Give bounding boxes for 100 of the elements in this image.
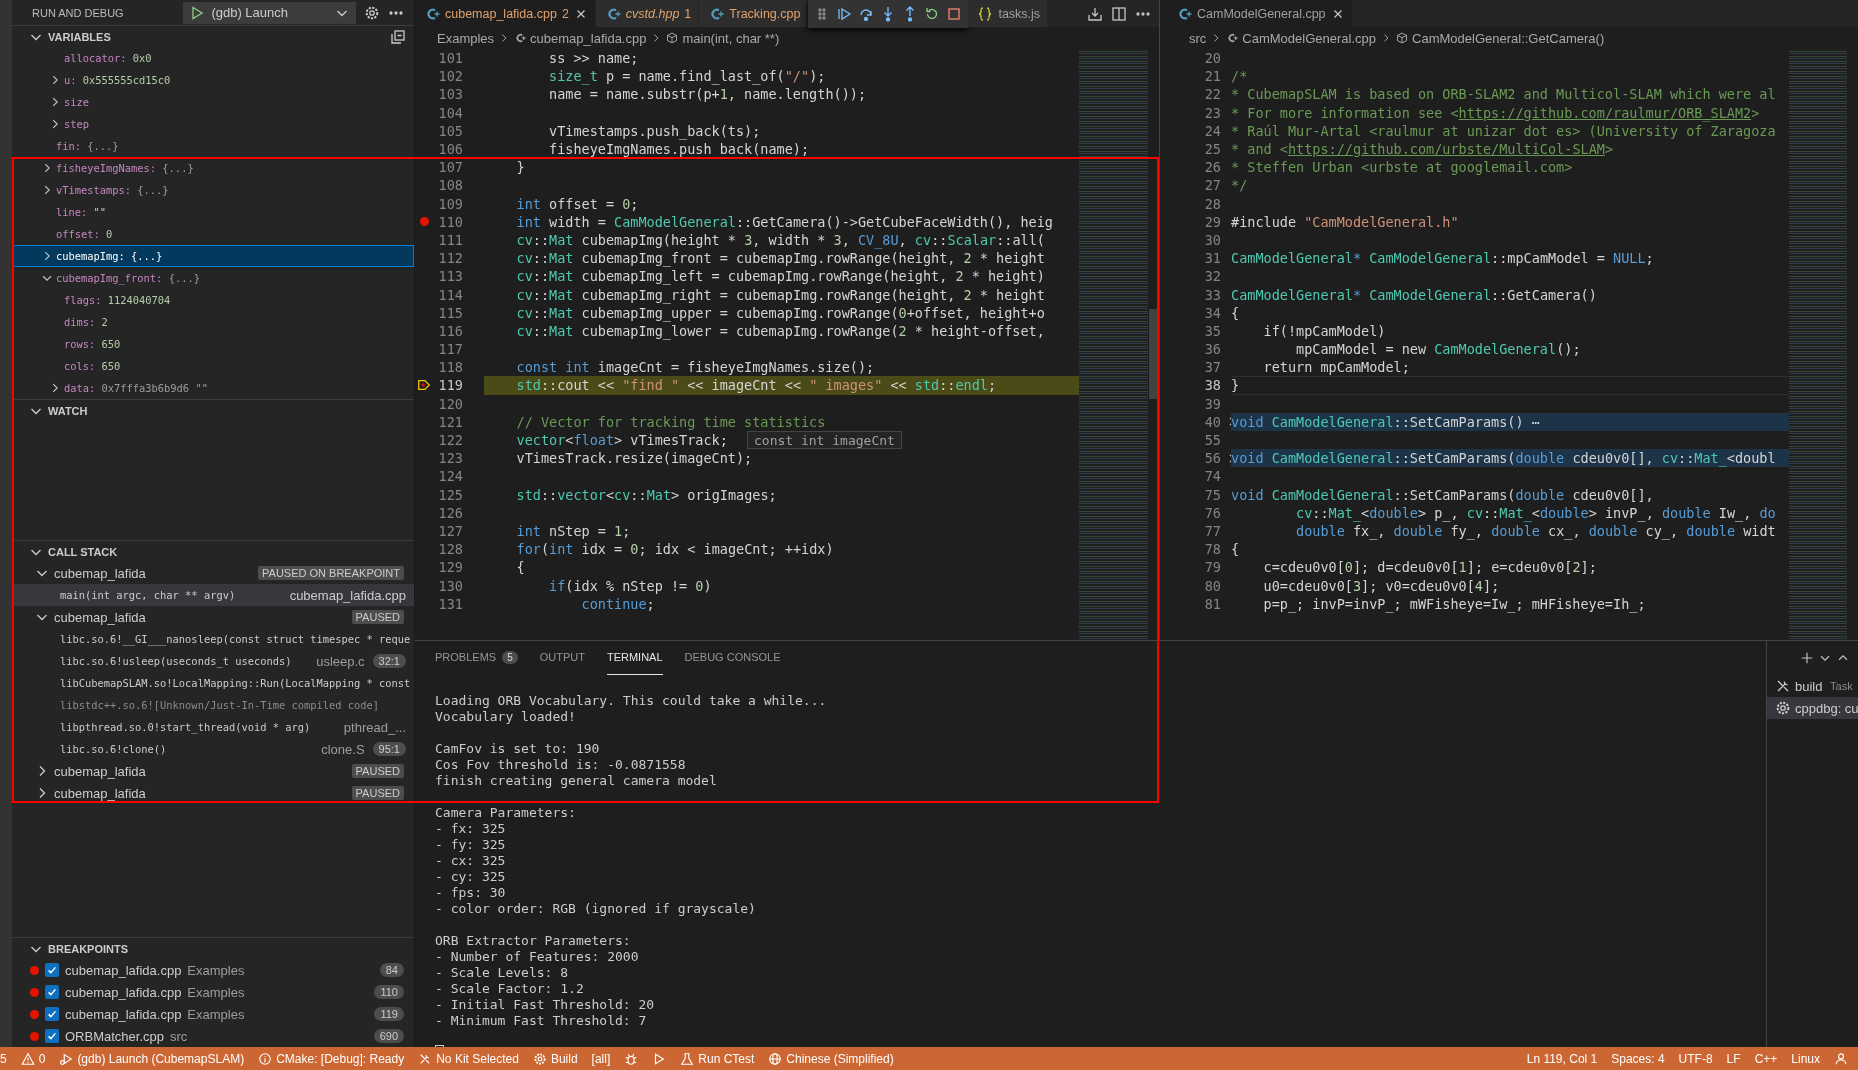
breakpoint-file[interactable]: cubemap_lafida.cpp: [65, 1006, 182, 1022]
thread-row[interactable]: cubemap_lafida PAUSED: [12, 782, 414, 804]
status-item[interactable]: Chinese (Simplified): [768, 1051, 894, 1066]
breadcrumb[interactable]: CamModelGeneral::GetCamera(): [1412, 30, 1605, 46]
code-line: if(idx % nStep != 0): [548, 577, 712, 594]
variable-row[interactable]: offset: 0: [12, 223, 414, 245]
step-over-icon[interactable]: [858, 6, 875, 22]
file-icon: [1176, 5, 1192, 22]
breakpoint-file[interactable]: cubemap_lafida.cpp: [65, 984, 182, 1000]
plus-icon[interactable]: [1800, 650, 1814, 665]
check-icon: [46, 986, 58, 998]
editor-tab[interactable]: CamModelGeneral.cpp: [1167, 0, 1353, 27]
status-item[interactable]: CMake: [Debug]: Ready: [258, 1051, 405, 1066]
hover-tooltip: const int imageCnt: [747, 431, 902, 449]
settings-icon[interactable]: [364, 4, 380, 21]
line-number: 20: [1203, 50, 1221, 67]
download-icon[interactable]: [1087, 5, 1103, 22]
breakpoint-file[interactable]: cubemap_lafida.cpp: [65, 962, 182, 978]
variable-row[interactable]: size: [12, 91, 414, 113]
variable-row[interactable]: cubemapImg: {...}: [12, 245, 414, 267]
checkbox[interactable]: [45, 963, 59, 977]
status-item[interactable]: UTF-8: [1678, 1051, 1713, 1066]
checkbox[interactable]: [45, 1007, 59, 1021]
variable-row[interactable]: data: 0x7fffa3b6b9d6 "": [12, 377, 414, 399]
stack-frame[interactable]: libpthread.so.0!start_thread(void * arg) pthread_...: [12, 716, 414, 738]
stack-frame[interactable]: libCubemapSLAM.so!LocalMapping::Run(LocalMapping * const: [12, 672, 414, 694]
section-header[interactable]: VARIABLES: [12, 25, 414, 47]
variable-row[interactable]: step: [12, 113, 414, 135]
status-item[interactable]: [all]: [591, 1051, 611, 1066]
split-editor-icon[interactable]: [1111, 5, 1127, 22]
stack-frame[interactable]: libc.so.6!__GI___nanosleep(const struct timespec * reque: [12, 628, 414, 650]
panel-tab[interactable]: PROBLEMS 5: [435, 640, 518, 675]
variable-row[interactable]: line: "": [12, 201, 414, 223]
panel-tab[interactable]: TERMINAL: [606, 640, 663, 675]
breakpoint-file[interactable]: ORBMatcher.cpp: [65, 1028, 164, 1044]
breadcrumb[interactable]: cubemap_lafida.cpp: [530, 30, 647, 46]
status-item[interactable]: Spaces: 4: [1611, 1051, 1665, 1066]
variable-row[interactable]: cols: 650: [12, 355, 414, 377]
flask-icon: [680, 1051, 695, 1066]
stack-frame[interactable]: libc.so.6!usleep(useconds_t useconds) usleep.c 32:1: [12, 650, 414, 672]
terminal-line: Vocabulary loaded!: [435, 709, 577, 725]
launch-config-dropdown[interactable]: (gdb) Launch: [183, 1, 356, 24]
breadcrumb[interactable]: src: [1189, 30, 1207, 46]
line-number: 131: [437, 595, 463, 612]
scrollbar-thumb[interactable]: [1149, 309, 1159, 399]
line-number: 114: [437, 286, 463, 303]
section-header[interactable]: CALL STACK: [12, 540, 414, 562]
breadcrumb[interactable]: CamModelGeneral.cpp: [1242, 30, 1377, 46]
status-item[interactable]: Run CTest: [680, 1051, 755, 1066]
terminal-item[interactable]: cppdbg: cu: [1767, 697, 1858, 719]
person-icon[interactable]: [1834, 1051, 1848, 1066]
stack-frame[interactable]: libstdc++.so.6![Unknown/Just-In-Time compiled code]: [12, 694, 414, 716]
continue-icon[interactable]: [836, 6, 853, 22]
checkbox[interactable]: [45, 1029, 59, 1043]
breadcrumb[interactable]: main(int, char **): [682, 30, 780, 46]
play-icon[interactable]: [652, 1051, 667, 1066]
thread-row[interactable]: cubemap_lafida PAUSED: [12, 760, 414, 782]
checkbox[interactable]: [45, 985, 59, 999]
bug-icon[interactable]: [624, 1051, 639, 1066]
terminal-item[interactable]: build Task: [1767, 675, 1858, 697]
status-item[interactable]: No Kit Selected: [418, 1051, 519, 1066]
variable-row[interactable]: allocator: 0x0: [12, 47, 414, 69]
line-number: 109: [437, 195, 463, 212]
status-item[interactable]: Build: [532, 1051, 578, 1066]
status-item[interactable]: 0: [20, 1051, 46, 1066]
status-item[interactable]: Linux: [1791, 1051, 1820, 1066]
stop-icon[interactable]: [946, 6, 963, 22]
view-title: RUN AND DEBUG: [32, 6, 125, 19]
editor-tab[interactable]: tasks.js: [968, 0, 1049, 27]
stack-frame[interactable]: main(int argc, char ** argv) cubemap_lafida.cpp: [12, 584, 414, 606]
cube-icon: [666, 32, 679, 44]
variable-row[interactable]: flags: 1124040704: [12, 289, 414, 311]
status-item[interactable]: LF: [1726, 1051, 1741, 1066]
panel-tab[interactable]: DEBUG CONSOLE: [684, 640, 781, 675]
file-icon: [514, 32, 527, 44]
breakpoint-dot[interactable]: [419, 217, 429, 227]
thread-row[interactable]: cubemap_lafida PAUSED ON BREAKPOINT: [12, 562, 414, 584]
variable-row[interactable]: dims: 2: [12, 311, 414, 333]
code-line: {: [1231, 541, 1240, 558]
stack-frame[interactable]: libc.so.6!clone() clone.S 95:1: [12, 738, 414, 760]
panel-tab[interactable]: OUTPUT: [539, 640, 585, 675]
status-item[interactable]: C++: [1754, 1051, 1778, 1066]
variable-row[interactable]: fisheyeImgNames: {...}: [12, 157, 414, 179]
variable-row[interactable]: rows: 650: [12, 333, 414, 355]
collapse-all-icon[interactable]: [390, 28, 406, 45]
status-item[interactable]: (gdb) Launch (CubemapSLAM): [59, 1051, 245, 1066]
status-item[interactable]: 5: [0, 1051, 7, 1066]
editor-tab[interactable]: Tracking.cpp: [699, 0, 809, 27]
status-item[interactable]: Ln 119, Col 1: [1526, 1051, 1598, 1066]
section-header[interactable]: WATCH: [12, 399, 414, 421]
breadcrumb[interactable]: Examples: [437, 30, 495, 46]
thread-row[interactable]: cubemap_lafida PAUSED: [12, 606, 414, 628]
variable-row[interactable]: u: 0x555555cd15c0: [12, 69, 414, 91]
variable-row[interactable]: vTimestamps: {...}: [12, 179, 414, 201]
editor-tab[interactable]: cubemap_lafida.cpp 2: [415, 0, 596, 27]
variable-row[interactable]: cubemapImg_front: {...}: [12, 267, 414, 289]
variable-row[interactable]: fin: {...}: [12, 135, 414, 157]
breakpoint-folder: Examples: [187, 962, 246, 978]
editor-tab[interactable]: cvstd.hpp 1: [595, 0, 700, 27]
section-header[interactable]: BREAKPOINTS: [12, 937, 414, 959]
